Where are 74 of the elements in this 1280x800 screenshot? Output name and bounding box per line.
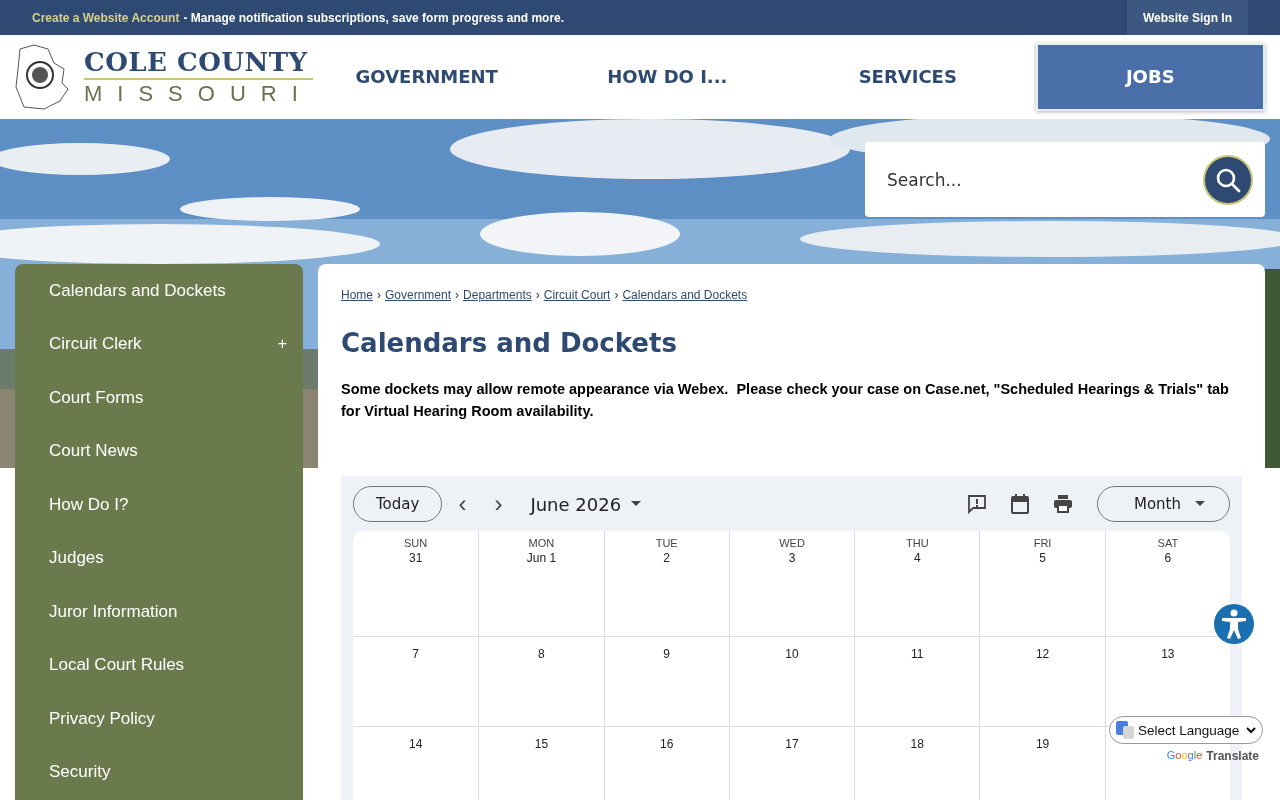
day-number[interactable]: 5 bbox=[1039, 551, 1046, 565]
previous-button[interactable]: ‹ bbox=[446, 490, 479, 518]
language-select[interactable]: Select Language bbox=[1109, 716, 1263, 744]
sidebar-item[interactable]: Court Forms bbox=[49, 387, 144, 408]
search-icon bbox=[1215, 166, 1241, 193]
breadcrumb-separator: › bbox=[377, 288, 381, 302]
sidebar-item[interactable]: Circuit Clerk bbox=[49, 334, 142, 355]
breadcrumb-separator: › bbox=[614, 288, 619, 302]
day-number[interactable]: 18 bbox=[910, 737, 924, 751]
logo-title[interactable]: COLE COUNTY bbox=[84, 46, 313, 80]
day-number[interactable]: 15 bbox=[534, 737, 549, 751]
day-number[interactable]: 13 bbox=[1161, 647, 1175, 661]
sidebar-item[interactable]: Calendars and Dockets bbox=[49, 280, 226, 301]
search-button[interactable] bbox=[1203, 154, 1253, 205]
nav-link[interactable]: SERVICES bbox=[795, 45, 1021, 109]
day-number[interactable]: 17 bbox=[785, 737, 799, 751]
sidebar-item[interactable]: Local Court Rules bbox=[49, 655, 185, 676]
day-number[interactable]: 8 bbox=[538, 647, 545, 661]
nav-link[interactable]: HOW DO I... bbox=[554, 45, 780, 109]
chevron-icon bbox=[1246, 726, 1256, 734]
translate-label: Translate bbox=[1206, 749, 1259, 763]
calendar-icon[interactable] bbox=[1011, 494, 1029, 514]
sidebar-item[interactable]: Privacy Policy bbox=[49, 708, 155, 729]
sidebar-item[interactable]: Court News bbox=[49, 441, 138, 462]
day-number[interactable]: 19 bbox=[1035, 737, 1050, 751]
day-number[interactable]: 9 bbox=[663, 647, 671, 661]
day-number[interactable]: 16 bbox=[660, 737, 674, 751]
day-number[interactable]: 10 bbox=[785, 647, 799, 661]
logo-subtitle[interactable]: MISSOURI bbox=[84, 80, 313, 108]
day-number[interactable]: 4 bbox=[913, 551, 921, 565]
day-number[interactable]: 11 bbox=[911, 647, 924, 661]
sidebar-item[interactable]: Security bbox=[49, 762, 111, 783]
page-title: Calendars and Dockets bbox=[341, 328, 678, 358]
day-number[interactable]: 3 bbox=[788, 551, 796, 565]
print-icon[interactable] bbox=[1053, 495, 1073, 513]
sidebar-item[interactable]: How Do I? bbox=[49, 494, 129, 515]
weekday-label: MON bbox=[528, 537, 555, 549]
weekday-label: SAT bbox=[1157, 537, 1179, 549]
caret-icon bbox=[1195, 501, 1205, 507]
sign-in-button[interactable]: Website Sign In bbox=[1126, 0, 1248, 35]
feedback-icon[interactable] bbox=[967, 494, 987, 514]
sidebar-item[interactable]: Judges bbox=[49, 548, 104, 569]
breadcrumb-link[interactable]: Government bbox=[385, 288, 452, 302]
account-note: - Manage notification subscriptions, save form progress and more. bbox=[183, 10, 565, 25]
day-number[interactable]: 14 bbox=[408, 737, 423, 751]
breadcrumb-link[interactable]: Home bbox=[341, 288, 373, 302]
month-picker[interactable]: June 2026 bbox=[524, 492, 648, 516]
breadcrumb-separator: › bbox=[455, 288, 460, 302]
day-number[interactable]: 31 bbox=[408, 551, 423, 565]
next-button[interactable]: › bbox=[482, 490, 515, 518]
weekday-label: SUN bbox=[404, 537, 428, 549]
day-number[interactable]: 12 bbox=[1035, 647, 1050, 661]
weekday-label: FRI bbox=[1033, 537, 1052, 549]
day-number[interactable]: Jun 1 bbox=[526, 551, 557, 565]
day-number[interactable]: 6 bbox=[1164, 551, 1172, 565]
notice-text: Some dockets may allow remote appearance via Webex. Please check your case on Case.net, "Scheduled Hearings & Trials" tab for Virtual Hearing Room availability. bbox=[341, 380, 1230, 421]
caret-icon bbox=[631, 501, 642, 507]
day-number[interactable]: 7 bbox=[412, 647, 419, 661]
nav-link[interactable]: JOBS bbox=[1035, 43, 1265, 111]
google-logo[interactable]: Google bbox=[1166, 749, 1203, 763]
create-account-link[interactable]: Create a Website Account bbox=[32, 10, 180, 25]
day-number[interactable]: 2 bbox=[663, 551, 671, 565]
weekday-label: WED bbox=[779, 537, 805, 549]
weekday-label: TUE bbox=[655, 537, 678, 549]
breadcrumb-separator: › bbox=[535, 288, 540, 302]
breadcrumb-link[interactable]: Calendars and Dockets bbox=[622, 288, 748, 302]
accessibility-icon[interactable] bbox=[1213, 603, 1255, 645]
sidebar-item[interactable]: Juror Information bbox=[49, 601, 178, 622]
breadcrumb-link[interactable]: Departments bbox=[463, 288, 532, 302]
breadcrumb-link[interactable]: Circuit Court bbox=[543, 288, 611, 302]
expand-button[interactable]: + bbox=[275, 335, 289, 354]
translate-icon bbox=[1116, 721, 1134, 739]
nav-link[interactable]: GOVERNMENT bbox=[314, 45, 540, 109]
weekday-label: THU bbox=[905, 537, 929, 549]
